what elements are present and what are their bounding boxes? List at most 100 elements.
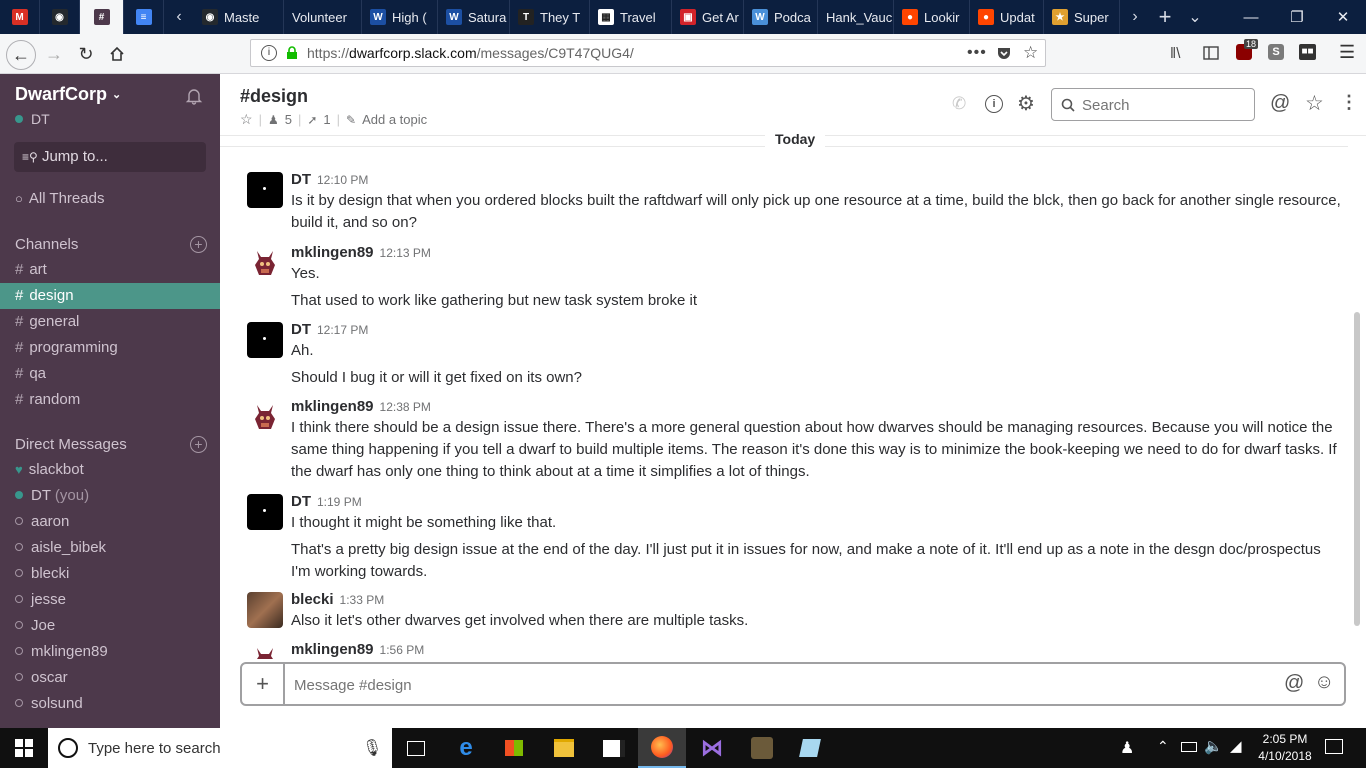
back-button[interactable]: ←	[6, 40, 36, 70]
sidebar-channel-programming[interactable]: # programming	[0, 335, 220, 361]
reload-button[interactable]: ↻	[72, 40, 100, 68]
url-bar[interactable]: i https://dwarfcorp.slack.com/messages/C…	[250, 39, 1046, 67]
avatar[interactable]	[247, 592, 283, 628]
tab-list-icon[interactable]: ⌄	[1180, 7, 1210, 27]
game-app[interactable]	[738, 728, 786, 768]
notes-app[interactable]	[786, 728, 834, 768]
message-timestamp[interactable]: 12:10 PM	[317, 173, 368, 187]
sidebar-dm-item[interactable]: mklingen89	[0, 639, 220, 665]
avatar[interactable]	[247, 399, 283, 435]
sidebar-dm-item[interactable]: oscar	[0, 665, 220, 691]
scroll-tabs-left-icon[interactable]: ‹	[164, 8, 194, 26]
firefox-app[interactable]	[638, 728, 686, 768]
sidebar-dm-item[interactable]: jesse	[0, 587, 220, 613]
message-timestamp[interactable]: 12:38 PM	[380, 400, 431, 414]
message-timestamp[interactable]: 12:13 PM	[380, 246, 431, 260]
start-button[interactable]	[0, 728, 48, 768]
avatar[interactable]	[247, 172, 283, 208]
microphone-icon[interactable]: 🎙	[362, 738, 382, 758]
wifi-icon[interactable]: ◢	[1230, 737, 1242, 755]
attach-button[interactable]: +	[242, 664, 285, 704]
emoji-icon[interactable]: ☺	[1314, 671, 1334, 694]
taskbar-clock[interactable]: 2:05 PM 4/10/2018	[1250, 731, 1320, 765]
browser-tab[interactable]: W High (	[362, 0, 438, 34]
restore-icon[interactable]: ❐	[1274, 0, 1320, 34]
all-threads-link[interactable]: ○ All Threads	[15, 190, 104, 207]
sidebar-dm-item[interactable]: ♥ slackbot	[0, 457, 220, 483]
extension-keyboard-icon[interactable]: ■■	[1299, 44, 1316, 60]
bell-icon[interactable]	[185, 87, 203, 105]
browser-tab[interactable]: ● Lookir	[894, 0, 970, 34]
sidebar-channel-design[interactable]: # design	[0, 283, 220, 309]
file-explorer-app[interactable]	[540, 728, 588, 768]
hamburger-menu-icon[interactable]: ☰	[1339, 42, 1355, 63]
browser-tab[interactable]: ▦ Travel	[590, 0, 672, 34]
info-icon[interactable]: i	[261, 45, 277, 61]
message-author[interactable]: blecki	[291, 591, 334, 608]
browser-tab[interactable]: ◉ Maste	[194, 0, 284, 34]
action-center-icon[interactable]	[1325, 739, 1343, 754]
message-timestamp[interactable]: 1:56 PM	[380, 643, 425, 657]
message-author[interactable]: mklingen89	[291, 398, 374, 415]
browser-tab[interactable]: Volunteer	[284, 0, 362, 34]
sidebar-dm-item[interactable]: aisle_bibek	[0, 535, 220, 561]
battery-icon[interactable]	[1181, 742, 1197, 752]
sidebar-channel-qa[interactable]: # qa	[0, 361, 220, 387]
message-author[interactable]: DT	[291, 493, 311, 510]
channels-heading[interactable]: Channels	[15, 236, 78, 253]
browser-tab[interactable]: ≡	[124, 0, 164, 34]
browser-tab[interactable]: #	[80, 0, 124, 34]
avatar[interactable]	[247, 245, 283, 281]
workspace-name[interactable]: DwarfCorp ⌄	[15, 84, 121, 105]
message-timestamp[interactable]: 12:17 PM	[317, 323, 368, 337]
browser-tab[interactable]: W Satura	[438, 0, 510, 34]
dm-heading[interactable]: Direct Messages	[15, 436, 127, 453]
browser-tab[interactable]: ◉	[40, 0, 80, 34]
browser-tab[interactable]: ▣ Get Ar	[672, 0, 744, 34]
volume-icon[interactable]: 🔈	[1204, 737, 1223, 755]
minimize-icon[interactable]: —	[1228, 0, 1274, 34]
sidebar-channel-general[interactable]: # general	[0, 309, 220, 335]
current-user[interactable]: DT	[15, 111, 50, 127]
close-icon[interactable]: ✕	[1320, 0, 1366, 34]
scroll-tabs-right-icon[interactable]: ›	[1120, 8, 1150, 26]
sidebar-dm-item[interactable]: Joe	[0, 613, 220, 639]
sidebar-dm-item[interactable]: aaron	[0, 509, 220, 535]
message-input[interactable]	[292, 673, 1276, 697]
message-author[interactable]: mklingen89	[291, 641, 374, 658]
taskbar-search[interactable]: Type here to search 🎙	[48, 728, 392, 768]
visual-studio-app[interactable]: ⋈	[688, 728, 736, 768]
sidebar-channel-random[interactable]: # random	[0, 387, 220, 413]
home-button[interactable]	[103, 40, 131, 68]
browser-tab[interactable]: W Podca	[744, 0, 818, 34]
new-tab-icon[interactable]: +	[1150, 4, 1180, 30]
mention-icon[interactable]: @	[1284, 672, 1304, 695]
store-app[interactable]	[490, 728, 538, 768]
browser-tab[interactable]: Hank_Vauc	[818, 0, 894, 34]
add-dm-icon[interactable]: +	[190, 436, 207, 453]
message-timestamp[interactable]: 1:19 PM	[317, 495, 362, 509]
forward-button[interactable]: →	[40, 40, 68, 68]
page-actions-icon[interactable]: •••	[967, 44, 987, 62]
message-timestamp[interactable]: 1:33 PM	[340, 593, 385, 607]
sticky-notes-app[interactable]	[590, 728, 638, 768]
task-view-button[interactable]	[392, 728, 440, 768]
avatar[interactable]	[247, 322, 283, 358]
browser-tab[interactable]: T They T	[510, 0, 590, 34]
show-hidden-icons[interactable]: ⌃	[1157, 738, 1169, 755]
people-icon[interactable]: ♟	[1120, 738, 1134, 758]
message-author[interactable]: DT	[291, 321, 311, 338]
browser-tab[interactable]: ● Updat	[970, 0, 1044, 34]
avatar[interactable]	[247, 494, 283, 530]
browser-tab[interactable]: M	[0, 0, 40, 34]
browser-tab[interactable]: ★ Super	[1044, 0, 1120, 34]
extension-s-icon[interactable]: S	[1268, 44, 1284, 60]
pocket-icon[interactable]	[996, 45, 1012, 61]
sidebar-dm-item[interactable]: DT (you)	[0, 483, 220, 509]
sidebar-channel-art[interactable]: # art	[0, 257, 220, 283]
add-channel-icon[interactable]: +	[190, 236, 207, 253]
jump-to-button[interactable]: ≡⚲ Jump to...	[14, 142, 206, 172]
library-icon[interactable]: ‖\	[1170, 45, 1180, 62]
edge-app[interactable]: e	[442, 728, 490, 768]
message-scrollbar[interactable]	[1354, 312, 1360, 626]
